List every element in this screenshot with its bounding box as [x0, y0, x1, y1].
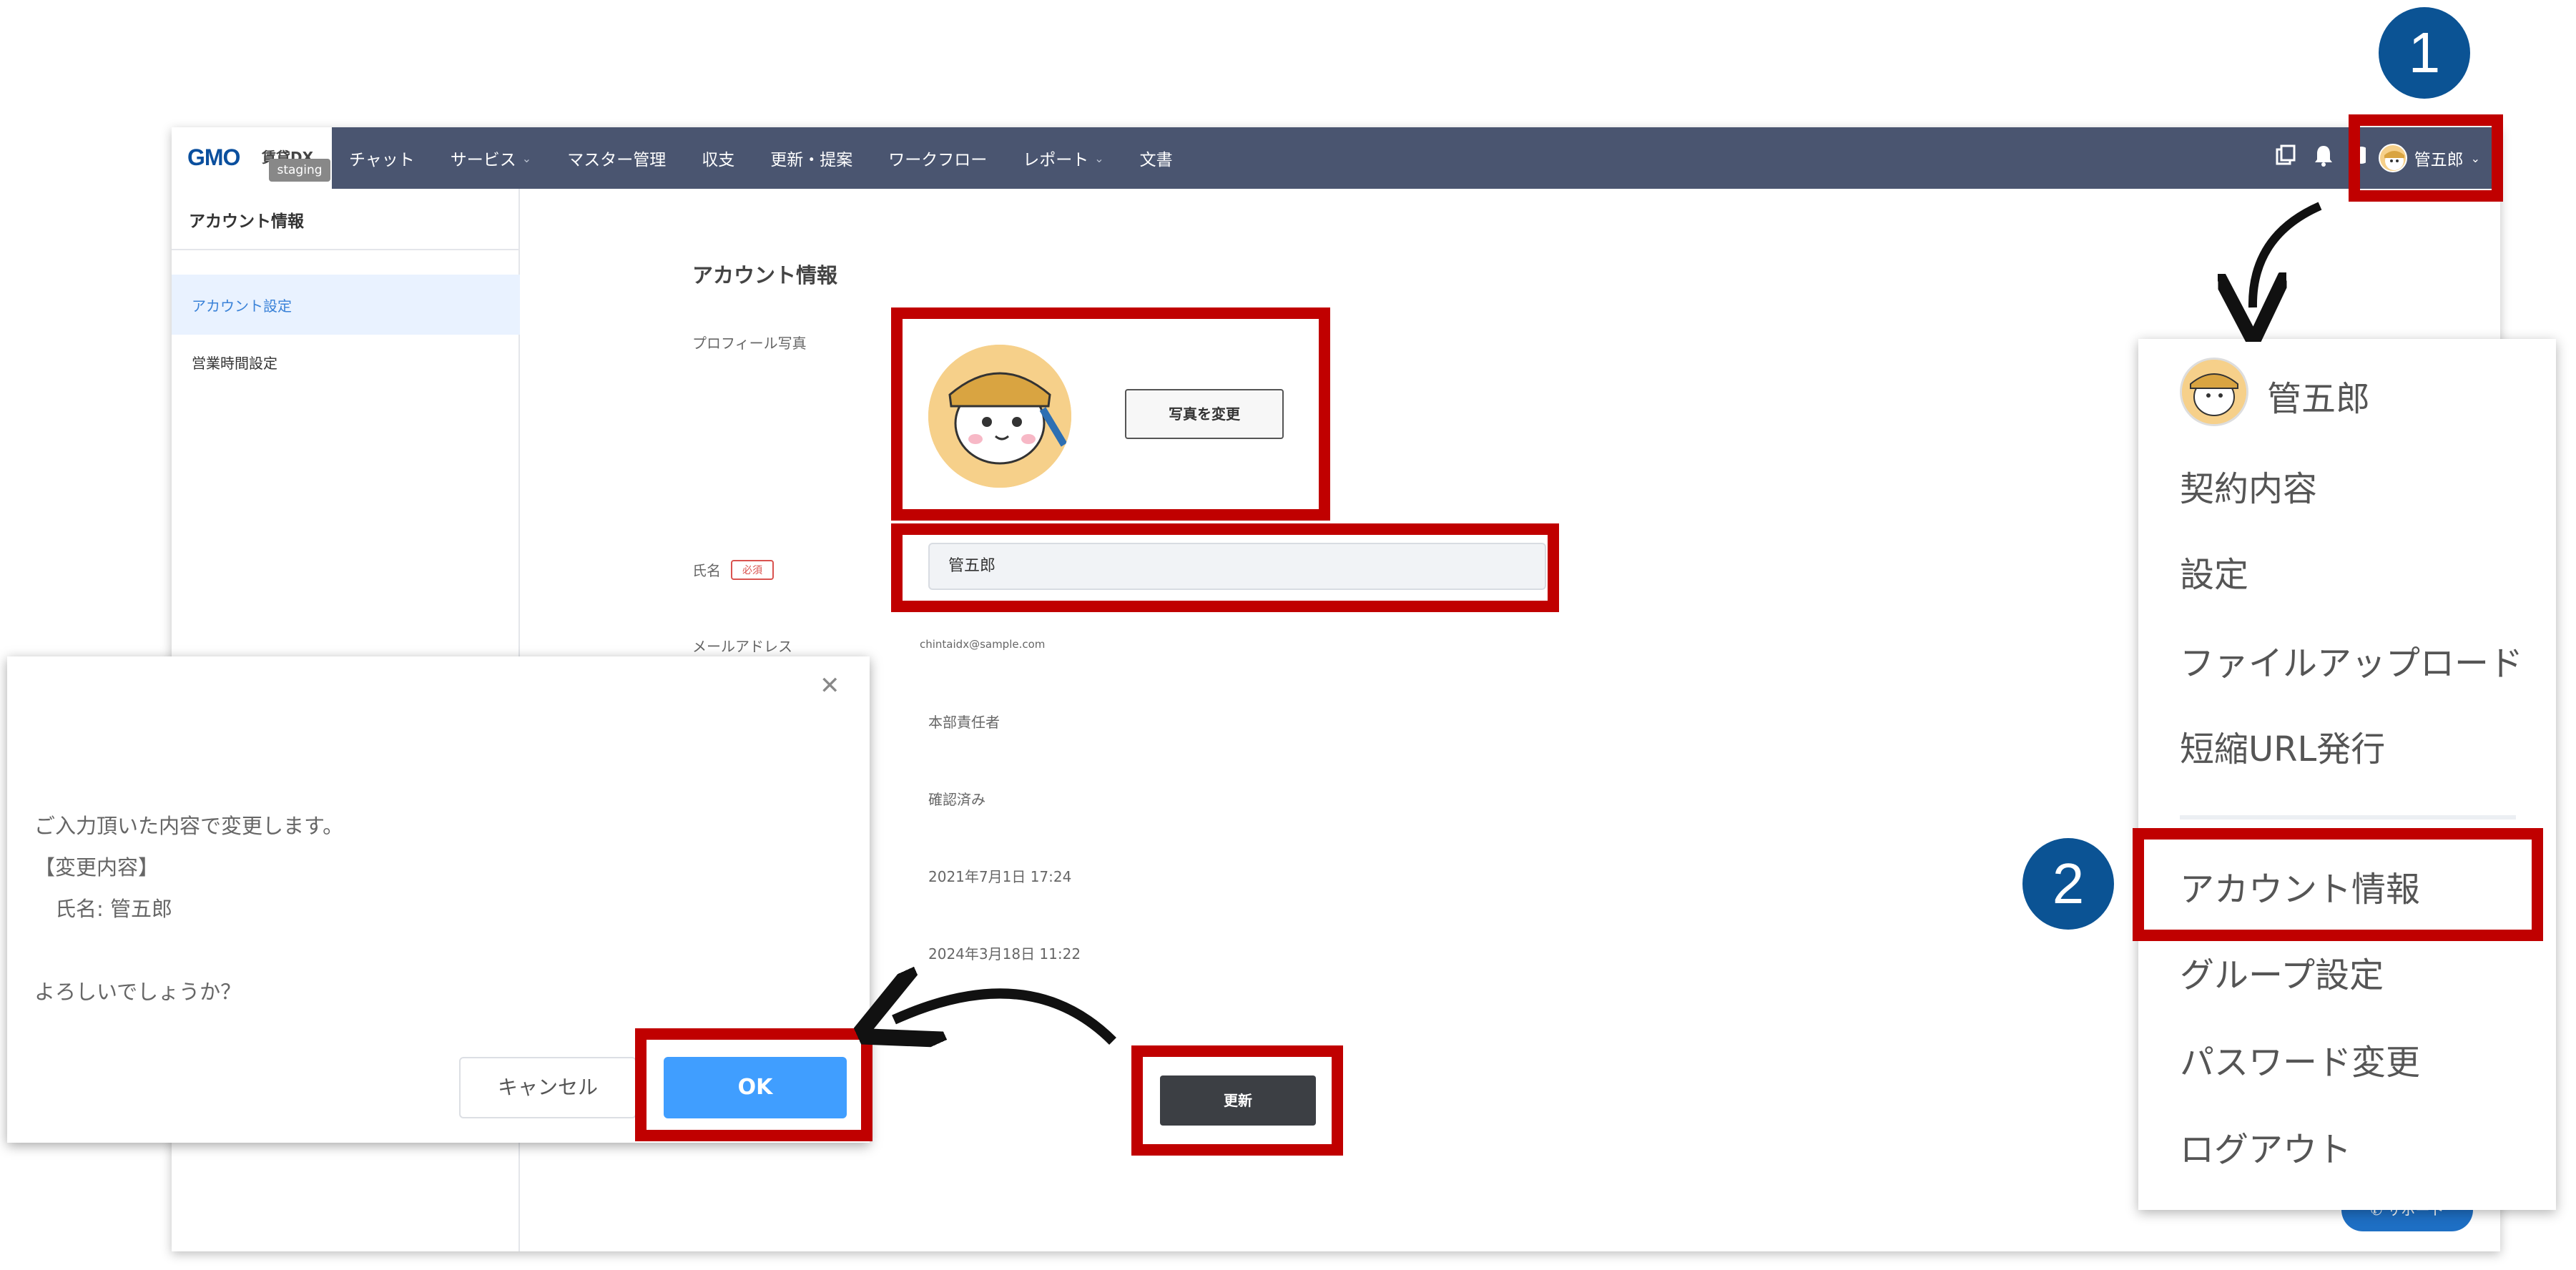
arrow-to-ok [894, 993, 1116, 1041]
arrow-to-dropdown [2253, 202, 2322, 307]
annotation-arrows [0, 202, 2322, 1270]
